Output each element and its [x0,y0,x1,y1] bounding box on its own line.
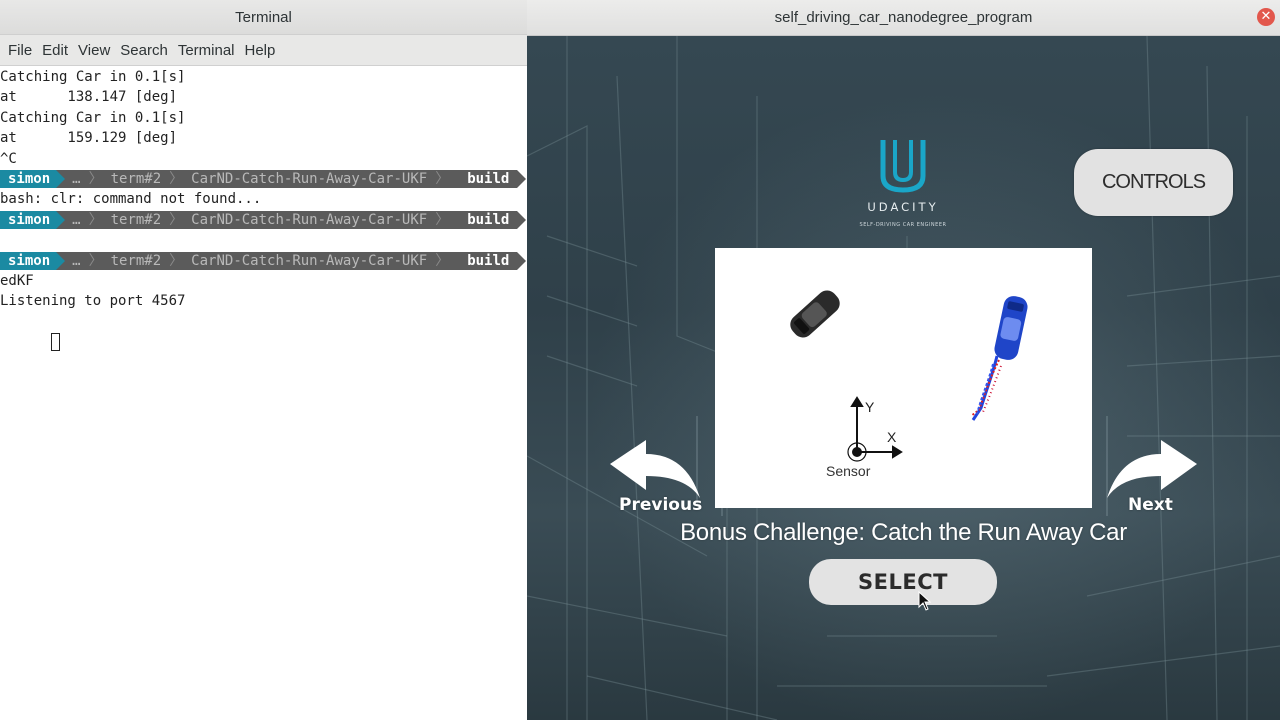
output-line: Listening to port 4567 [0,293,186,310]
menu-help[interactable]: Help [241,42,280,59]
trajectory-trail [970,355,1002,421]
prompt-ellipsis: … [72,252,81,269]
preview-scene [790,290,1028,462]
blue-car-icon [994,296,1028,360]
mouse-pointer-icon [918,591,932,611]
prompt-dir: term#2 [110,252,162,269]
output-line: ^C [0,150,17,167]
menu-file[interactable]: File [4,42,36,59]
cursor-line [0,312,527,352]
dark-car-icon [790,290,840,338]
close-icon[interactable]: ✕ [1257,8,1275,26]
select-button[interactable]: SELECT [809,559,997,605]
previous-arrow-icon[interactable] [608,438,708,502]
next-arrow-icon[interactable] [1101,438,1201,502]
controls-button[interactable]: CONTROLS [1074,149,1233,216]
sensor-label: Sensor [826,463,871,479]
separator-icon: 〉 [88,211,103,228]
separator-icon: 〉 [169,170,184,187]
separator-icon: 〉 [169,252,184,269]
output-line: edKF [0,272,34,289]
shell-prompt: simon … 〉 term#2 〉 CarND-Catch-Run-Away-… [0,251,527,270]
menu-edit[interactable]: Edit [38,42,72,59]
challenge-title: Bonus Challenge: Catch the Run Away Car [680,519,1127,546]
challenge-preview-image: Y X Sensor [715,248,1092,508]
prompt-user: simon [0,251,66,270]
separator-icon: 〉 [435,252,450,269]
output-line: bash: clr: command not found... [0,191,262,208]
sensor-dot-icon [852,447,862,457]
terminal-output[interactable]: Catching Car in 0.1[s] at 138.147 [deg] … [0,67,527,720]
output-line: at 159.129 [deg] [0,130,178,147]
prompt-path: … 〉 term#2 〉 CarND-Catch-Run-Away-Car-UK… [56,251,464,270]
prompt-path: … 〉 term#2 〉 CarND-Catch-Run-Away-Car-UK… [56,210,464,229]
simulator-window: self_driving_car_nanodegree_program ✕ UD… [527,0,1280,720]
menu-search[interactable]: Search [116,42,172,59]
axis-x-label: X [887,429,897,445]
prompt-branch: build [463,169,527,188]
output-line: at 138.147 [deg] [0,89,178,106]
separator-icon: 〉 [435,211,450,228]
terminal-title: Terminal [235,8,292,26]
prompt-ellipsis: … [72,211,81,228]
shell-prompt: simon … 〉 term#2 〉 CarND-Catch-Run-Away-… [0,210,527,229]
terminal-titlebar[interactable]: Terminal [0,0,527,35]
output-line: Catching Car in 0.1[s] [0,69,186,85]
prompt-dir: CarND-Catch-Run-Away-Car-UKF [191,211,428,228]
text-cursor [50,333,60,352]
prompt-dir: CarND-Catch-Run-Away-Car-UKF [191,170,428,187]
terminal-window: Terminal File Edit View Search Terminal … [0,0,527,720]
prompt-branch: build [463,210,527,229]
separator-icon: 〉 [88,170,103,187]
prompt-user: simon [0,210,66,229]
output-line: Catching Car in 0.1[s] [0,109,186,126]
output-line-empty [0,230,527,250]
previous-label[interactable]: Previous [619,495,702,515]
prompt-ellipsis: … [72,170,81,187]
next-label[interactable]: Next [1128,495,1173,515]
separator-icon: 〉 [169,211,184,228]
shell-prompt: simon … 〉 term#2 〉 CarND-Catch-Run-Away-… [0,169,527,188]
simulator-titlebar[interactable]: self_driving_car_nanodegree_program ✕ [527,0,1280,36]
udacity-logo [853,136,953,200]
prompt-dir: CarND-Catch-Run-Away-Car-UKF [191,252,428,269]
menu-terminal[interactable]: Terminal [174,42,239,59]
udacity-subtitle: SELF-DRIVING CAR ENGINEER [859,222,947,228]
udacity-u-icon [880,140,926,193]
simulator-canvas: UDACITY SELF-DRIVING CAR ENGINEER CONTRO… [527,36,1280,720]
menu-view[interactable]: View [74,42,114,59]
separator-icon: 〉 [88,252,103,269]
terminal-menubar: File Edit View Search Terminal Help [0,35,527,66]
prompt-path: … 〉 term#2 〉 CarND-Catch-Run-Away-Car-UK… [56,169,464,188]
separator-icon: 〉 [435,170,450,187]
simulator-title: self_driving_car_nanodegree_program [774,9,1033,26]
udacity-wordmark: UDACITY [867,200,939,214]
prompt-dir: term#2 [110,170,162,187]
prompt-branch: build [463,251,527,270]
axis-y-label: Y [865,399,875,415]
prompt-user: simon [0,169,66,188]
prompt-dir: term#2 [110,211,162,228]
